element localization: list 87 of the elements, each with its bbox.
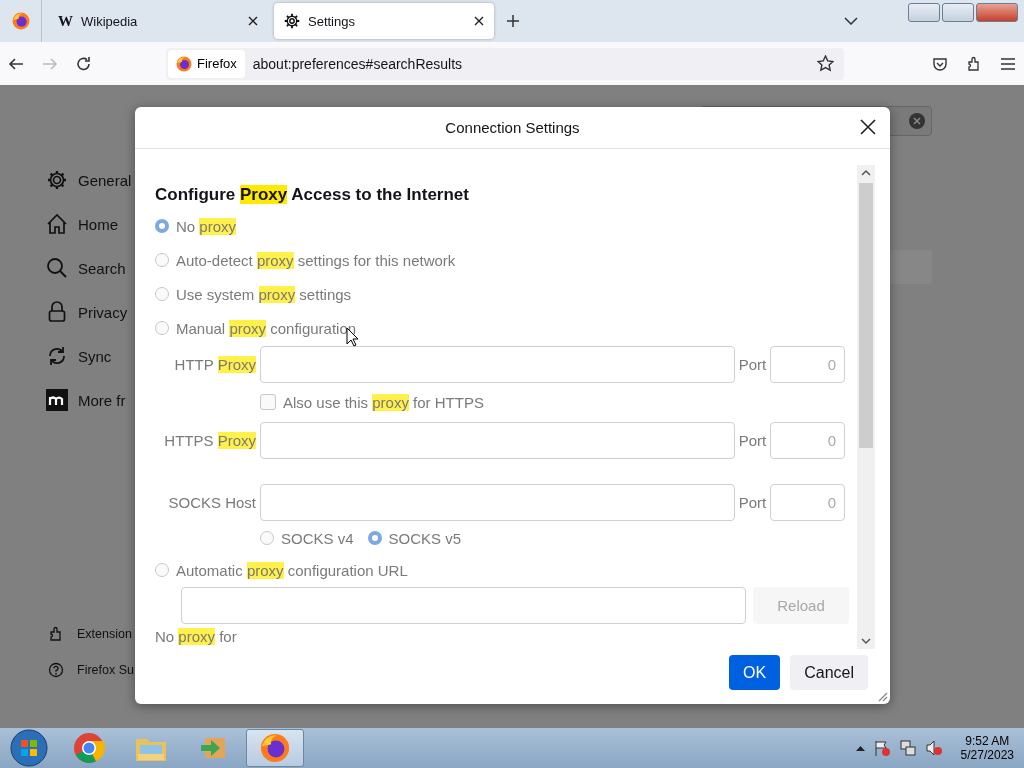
scroll-up-icon[interactable] (861, 169, 871, 176)
sidebar-item[interactable]: Sync (78, 347, 112, 365)
dialog-title: Connection Settings (445, 119, 580, 136)
address-bar[interactable]: Firefox about:preferences#searchResults (166, 47, 844, 80)
radio-label[interactable]: SOCKS v5 (388, 529, 462, 547)
minimize-button[interactable] (908, 2, 940, 22)
close-icon[interactable] (248, 16, 258, 26)
port-input[interactable]: 0 (770, 345, 845, 383)
menu-icon[interactable] (1000, 56, 1016, 71)
caret-up-icon[interactable] (855, 745, 865, 751)
flag-icon[interactable] (872, 739, 891, 757)
checkbox[interactable] (260, 394, 276, 410)
network-icon[interactable] (898, 739, 917, 757)
sidebar-item[interactable]: More fr (78, 391, 126, 409)
plus-icon[interactable] (506, 14, 520, 28)
sidebar-item[interactable]: Privacy (78, 303, 128, 321)
chrome-icon (73, 732, 105, 764)
port-input[interactable]: 0 (770, 483, 845, 521)
mozilla-logo-icon (46, 389, 68, 411)
identity-label: Firefox (197, 56, 237, 71)
clear-icon[interactable] (909, 113, 925, 129)
browser-tab[interactable]: W Wikipedia (48, 3, 268, 39)
puzzle-icon[interactable] (966, 55, 982, 72)
url-input[interactable] (181, 587, 746, 624)
section-heading: Configure Proxy Access to the Internet (155, 185, 469, 205)
star-icon[interactable] (817, 55, 834, 72)
host-input[interactable] (260, 421, 735, 459)
chevron-down-icon[interactable] (844, 17, 858, 25)
lock-icon (46, 301, 68, 323)
radio-button[interactable] (155, 287, 169, 301)
pocket-icon[interactable] (932, 55, 948, 72)
checkbox-label[interactable]: Also use this proxy for HTTPS (283, 393, 484, 411)
host-input[interactable] (260, 345, 735, 383)
help-icon (48, 662, 64, 678)
ok-button[interactable]: OK (729, 655, 781, 690)
cancel-button[interactable]: Cancel (790, 655, 868, 690)
sidebar-item[interactable]: Search (78, 259, 126, 277)
sync-icon (46, 345, 68, 367)
firefox-icon (260, 733, 290, 763)
radio-button[interactable] (155, 563, 169, 577)
field-label: No proxy for (155, 628, 237, 645)
radio-button[interactable] (155, 253, 169, 267)
host-input[interactable] (260, 483, 735, 521)
speaker-icon[interactable] (924, 739, 943, 757)
restore-button[interactable] (942, 2, 974, 22)
home-icon (46, 213, 68, 235)
port-input[interactable]: 0 (770, 421, 845, 459)
radio-label[interactable]: Use system proxy settings (176, 285, 352, 303)
reload-icon[interactable] (76, 55, 92, 72)
gear-icon (284, 13, 300, 29)
clock-date[interactable]: 5/27/2023 (960, 748, 1014, 762)
search-icon (46, 257, 68, 279)
url-text: about:preferences#searchResults (252, 55, 464, 72)
port-label: Port (737, 355, 768, 373)
window-close-button[interactable] (976, 2, 1018, 22)
wikipedia-logo-icon: W (58, 12, 73, 30)
radio-label[interactable]: Automatic proxy configuration URL (176, 561, 408, 579)
clock-time[interactable]: 9:52 AM (965, 734, 1010, 748)
taskbar-app[interactable] (246, 729, 304, 767)
sidebar-link[interactable]: Extension (77, 627, 132, 641)
close-icon[interactable] (474, 16, 484, 26)
firefox-icon (176, 55, 192, 72)
radio-label[interactable]: Manual proxy configuration (176, 319, 357, 337)
field-label: HTTPS Proxy (163, 431, 257, 449)
radio-button[interactable] (155, 321, 169, 335)
radio-button[interactable] (155, 219, 169, 233)
port-label: Port (737, 493, 768, 511)
browser-tab[interactable]: Settings (274, 3, 494, 39)
gear-icon (46, 169, 68, 191)
field-label: HTTP Proxy (173, 355, 257, 373)
radio-button[interactable] (367, 531, 382, 545)
puzzle-icon (48, 626, 64, 642)
start-button[interactable] (10, 729, 48, 767)
close-icon (860, 118, 876, 135)
sidebar-item[interactable]: Home (78, 215, 118, 233)
radio-button[interactable] (260, 531, 274, 545)
field-label: SOCKS Host (167, 493, 257, 511)
back-icon[interactable] (8, 55, 24, 72)
sidebar-item[interactable]: General (78, 171, 132, 189)
port-label: Port (737, 431, 768, 449)
radio-label[interactable]: Auto-detect proxy settings for this network (176, 251, 456, 269)
sidebar-link[interactable]: Firefox Su (77, 663, 134, 677)
firefox-icon (11, 12, 30, 30)
scroll-down-icon[interactable] (861, 638, 871, 645)
resize-grip-icon[interactable] (876, 690, 888, 702)
radio-label[interactable]: SOCKS v4 (281, 529, 354, 547)
scrollbar[interactable] (857, 165, 875, 649)
